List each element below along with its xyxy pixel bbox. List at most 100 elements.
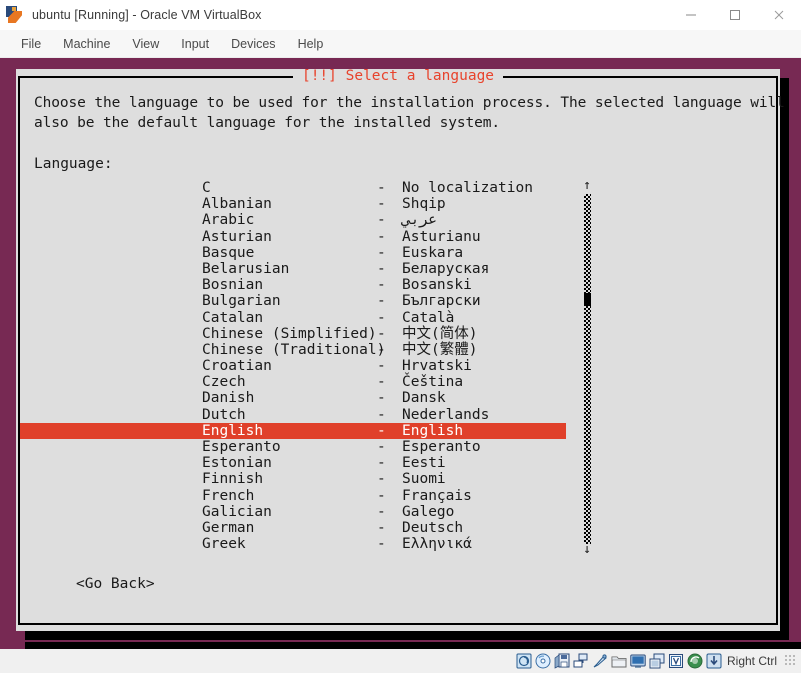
language-row[interactable]: Estonian - Eesti (20, 455, 776, 471)
virtualbox-icon (6, 6, 24, 24)
language-row[interactable]: C - No localization (20, 180, 776, 196)
language-english-name: C (202, 180, 211, 196)
language-row[interactable]: German - Deutsch (20, 520, 776, 536)
scroll-down-arrow-icon[interactable]: ↓ (580, 543, 594, 558)
menu-input[interactable]: Input (170, 34, 220, 54)
dialog-body: Choose the language to be used for the i… (20, 78, 785, 623)
select-language-dialog: [!!] Select a language Choose the langua… (16, 69, 785, 631)
language-rows-container: C - No localization Albanian - Shqip Arabic - عر… (20, 180, 776, 552)
language-native-name: English (402, 422, 464, 439)
minimize-button[interactable] (669, 0, 713, 30)
language-english-name: Estonian (202, 455, 272, 472)
hard-disk-icon[interactable] (516, 653, 532, 669)
language-separator-dash: - (377, 212, 386, 229)
language-separator-dash: - (377, 277, 386, 294)
language-list-scrollbar[interactable]: ↑ ↓ (580, 179, 594, 558)
language-separator-dash: - (377, 196, 386, 213)
scrollbar-track[interactable] (584, 194, 591, 544)
language-separator-dash: - (377, 341, 386, 358)
host-key-label: Right Ctrl (726, 654, 777, 668)
menu-file[interactable]: File (10, 34, 52, 54)
window-titlebar: ubuntu [Running] - Oracle VM VirtualBox (0, 0, 801, 30)
language-english-name: Bosnian (202, 277, 264, 294)
optical-disk-icon[interactable] (535, 653, 551, 669)
language-row-selected[interactable]: English - English (20, 422, 566, 439)
scroll-up-arrow-icon[interactable]: ↑ (580, 179, 594, 194)
language-english-name: Czech (202, 374, 246, 391)
language-separator-dash: - (377, 325, 386, 342)
language-row[interactable]: Croatian - Hrvatski (20, 358, 776, 374)
language-row[interactable]: Basque - Euskara (20, 245, 776, 261)
network-icon[interactable] (573, 653, 589, 669)
intro-line-1: Choose the language to be used for the i… (34, 95, 785, 111)
language-separator-dash: - (377, 519, 386, 536)
language-row[interactable]: Arabic - عربي (20, 212, 776, 228)
language-separator-dash: - (377, 422, 386, 439)
language-english-name: Chinese (Traditional) (202, 341, 386, 358)
menu-help[interactable]: Help (287, 34, 335, 54)
language-english-name: Asturian (202, 228, 272, 245)
language-separator-dash: - (377, 374, 386, 391)
language-english-name: Chinese (Simplified) (202, 325, 377, 342)
video-capture-icon[interactable] (649, 653, 665, 669)
shared-folder-icon[interactable] (611, 653, 627, 669)
vm-display[interactable]: [!!] Select a language Choose the langua… (0, 58, 801, 649)
language-separator-dash: - (377, 293, 386, 310)
menu-machine[interactable]: Machine (52, 34, 121, 54)
floppy-disk-icon[interactable] (554, 653, 570, 669)
language-row[interactable]: Greek - Ελληνικά (20, 536, 776, 552)
language-label: Language: (34, 156, 113, 172)
language-row[interactable]: Dutch - Nederlands (20, 407, 776, 423)
language-english-name: Albanian (202, 196, 272, 213)
menu-view[interactable]: View (121, 34, 170, 54)
language-english-name: Esperanto (202, 439, 281, 455)
go-back-button[interactable]: <Go Back> (76, 576, 155, 592)
language-english-name: Arabic (202, 212, 255, 229)
scrollbar-thumb[interactable] (584, 293, 591, 306)
maximize-button[interactable] (713, 0, 757, 30)
language-english-name: Galician (202, 503, 272, 520)
resize-grip[interactable] (783, 655, 795, 667)
language-separator-dash: - (377, 406, 386, 423)
language-separator-dash: - (377, 244, 386, 261)
language-row[interactable]: Catalan - Català (20, 310, 776, 326)
virtualbox-window: ubuntu [Running] - Oracle VM VirtualBox … (0, 0, 801, 673)
language-row[interactable]: Esperanto - Esperanto (20, 439, 776, 455)
display-icon[interactable] (630, 653, 646, 669)
language-english-name: Greek (202, 536, 246, 553)
language-row[interactable]: Danish - Dansk (20, 390, 776, 406)
language-row[interactable]: Bulgarian - Български (20, 293, 776, 309)
language-row[interactable]: Bosnian - Bosanski (20, 277, 776, 293)
language-row[interactable]: French - Français (20, 488, 776, 504)
language-english-name: Dutch (202, 406, 246, 423)
dialog-frame: [!!] Select a language Choose the langua… (18, 69, 785, 625)
status-icon-group (516, 653, 722, 669)
language-separator-dash: - (377, 390, 386, 407)
language-english-name: German (202, 519, 255, 536)
language-english-name: Finnish (202, 471, 264, 488)
language-separator-dash: - (377, 471, 386, 488)
mouse-integration-icon[interactable] (687, 653, 703, 669)
virtualization-icon[interactable] (668, 653, 684, 669)
usb-icon[interactable] (592, 653, 608, 669)
language-row[interactable]: Belarusian - Беларуская (20, 261, 776, 277)
language-row[interactable]: Albanian - Shqip (20, 196, 776, 212)
language-english-name: Danish (202, 390, 255, 407)
language-english-name: Bulgarian (202, 293, 281, 310)
language-separator-dash: - (377, 180, 386, 196)
terminal-blank-strip (25, 642, 801, 649)
language-row[interactable]: Chinese (Traditional) - 中文(繁體) (20, 342, 776, 358)
language-row[interactable]: Czech - Čeština (20, 374, 776, 390)
language-row[interactable]: Chinese (Simplified) - 中文(简体) (20, 326, 776, 342)
language-row[interactable]: Finnish - Suomi (20, 471, 776, 487)
close-button[interactable] (757, 0, 801, 30)
language-separator-dash: - (377, 439, 386, 455)
menu-devices[interactable]: Devices (220, 34, 286, 54)
language-row[interactable]: Asturian - Asturianu (20, 229, 776, 245)
language-separator-dash: - (377, 309, 386, 326)
keyboard-capture-icon[interactable] (706, 653, 722, 669)
language-list[interactable]: C - No localization Albanian - Shqip Arabic - عر… (20, 179, 776, 558)
window-title: ubuntu [Running] - Oracle VM VirtualBox (32, 8, 262, 22)
language-row[interactable]: Galician - Galego (20, 504, 776, 520)
language-separator-dash: - (377, 503, 386, 520)
